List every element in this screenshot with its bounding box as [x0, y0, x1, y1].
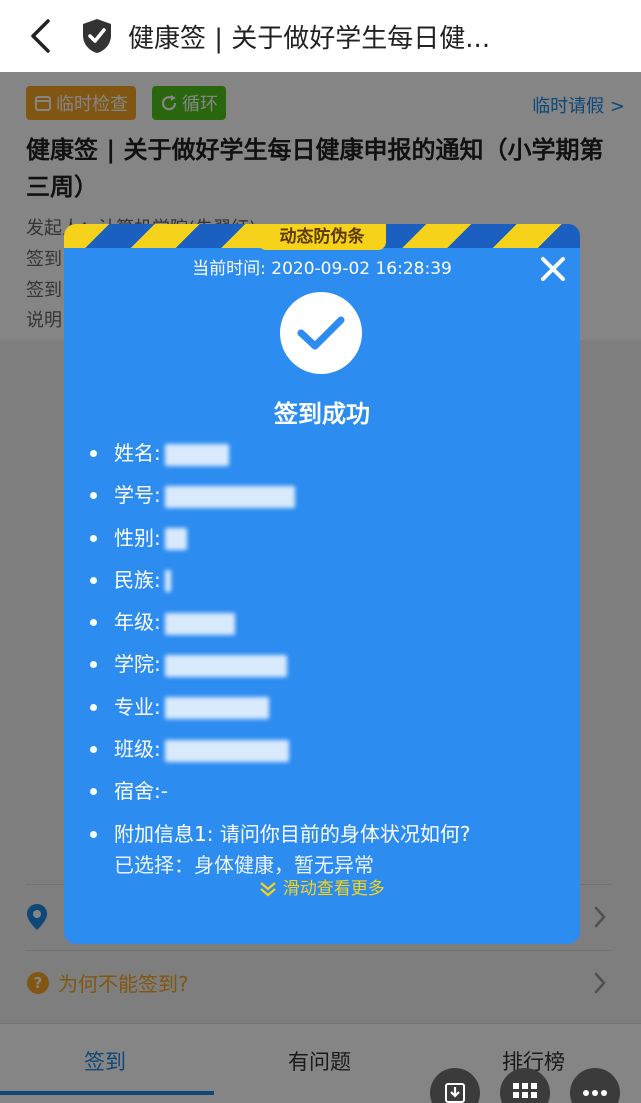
field-ethnicity: 民族:	[88, 559, 558, 601]
field-label: 民族:	[114, 567, 161, 592]
field-grade: 年级:	[88, 601, 558, 643]
field-extra-info: 附加信息1: 请问你目前的身体状况如何?	[88, 813, 558, 850]
masked-value	[164, 697, 269, 720]
field-label: 性别:	[114, 525, 161, 550]
masked-value	[164, 528, 187, 551]
field-label: 班级:	[114, 737, 161, 762]
signin-success-modal: 动态防伪条 当前时间: 2020-09-02 16:28:39 签到成功 姓名:…	[64, 224, 580, 944]
field-label: 专业:	[114, 694, 161, 719]
field-dormitory: 宿舍:-	[88, 770, 558, 812]
field-label: 学号:	[114, 483, 161, 508]
masked-value	[164, 654, 287, 677]
signin-status: 签到成功	[274, 400, 370, 428]
field-label: 附加信息1: 请问你目前的身体状况如何?	[114, 821, 471, 846]
masked-value	[164, 570, 171, 593]
current-time: 当前时间: 2020-09-02 16:28:39	[192, 259, 452, 279]
checkmark-icon	[297, 316, 345, 350]
anti-counterfeit-label: 动态防伪条	[258, 224, 386, 250]
field-college: 学院:	[88, 643, 558, 685]
field-label: 学院:	[114, 652, 161, 677]
success-badge	[280, 292, 362, 374]
download-icon	[445, 1083, 465, 1103]
shield-check-icon	[83, 19, 111, 53]
field-gender: 性别:	[88, 517, 558, 559]
app-header: 健康签 | 关于做好学生每日健...	[0, 0, 641, 72]
masked-value	[164, 485, 295, 508]
field-name: 姓名:	[88, 432, 558, 474]
field-label: 姓名:	[114, 441, 161, 465]
more-icon	[583, 1090, 607, 1096]
back-arrow-icon	[31, 19, 50, 53]
grid-icon	[513, 1083, 537, 1098]
back-button[interactable]	[0, 0, 80, 72]
masked-value	[164, 443, 229, 466]
masked-value	[164, 739, 289, 762]
scroll-more-label: 滑动查看更多	[282, 879, 385, 899]
field-label: 年级:	[114, 610, 161, 635]
field-label: 宿舍:	[114, 779, 161, 804]
scroll-more-hint[interactable]: 滑动查看更多	[64, 874, 580, 899]
field-student-id: 学号:	[88, 474, 558, 516]
double-chevron-down-icon	[260, 882, 277, 897]
student-info-list[interactable]: 姓名: 学号: 性别: 民族: 年级: 学院: 专业: 班级: 宿舍:- 附加信…	[88, 432, 558, 902]
close-icon[interactable]	[538, 254, 568, 284]
masked-value	[164, 612, 235, 635]
field-class: 班级:	[88, 728, 558, 770]
page-title: 健康签 | 关于做好学生每日健...	[128, 23, 491, 54]
field-major: 专业:	[88, 686, 558, 728]
field-value: -	[160, 779, 168, 804]
